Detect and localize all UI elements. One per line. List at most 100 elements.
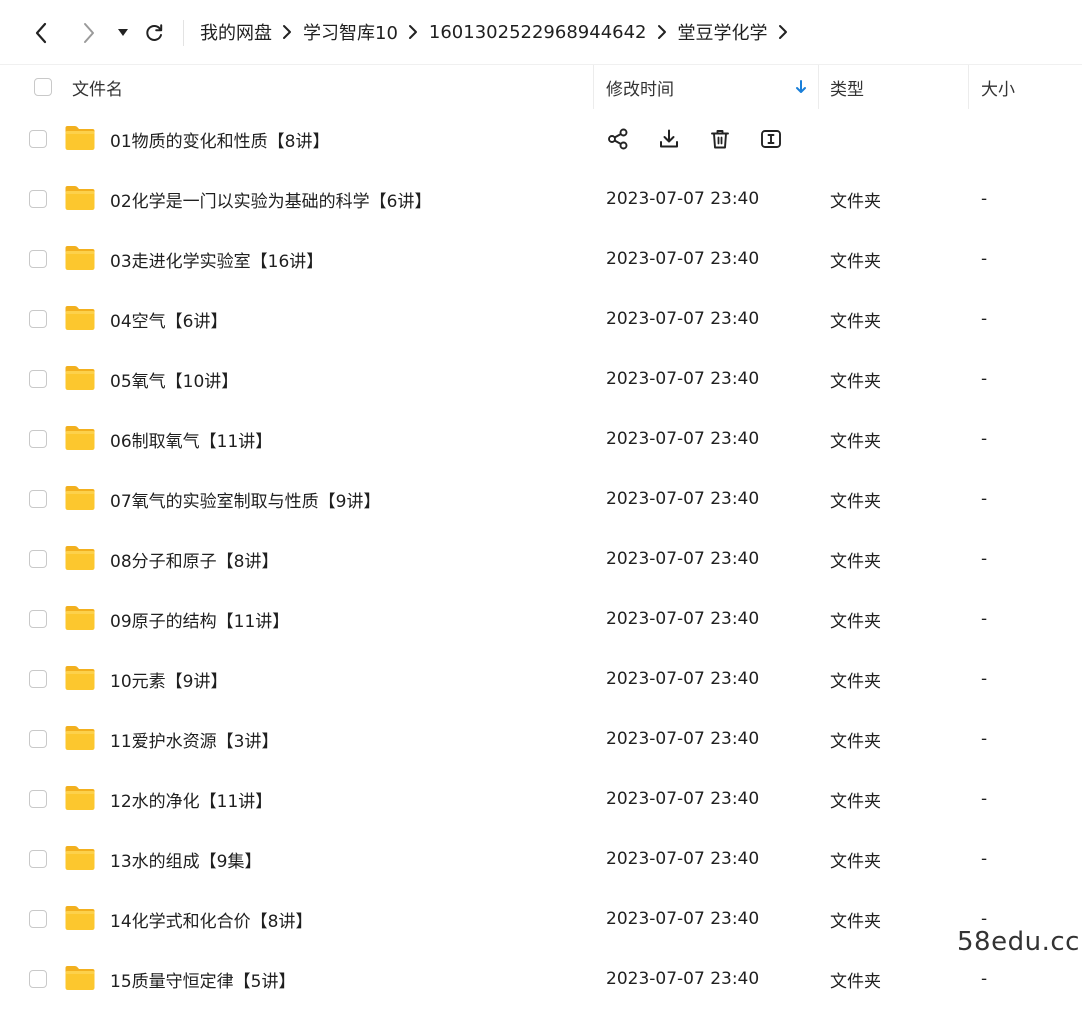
file-row[interactable]: 03走进化学实验室【16讲】 2023-07-07 23:40 文件夹 - (0, 229, 1082, 289)
file-name[interactable]: 09原子的结构【11讲】 (110, 589, 289, 649)
file-type: 文件夹 (830, 431, 881, 452)
share-button[interactable] (604, 125, 632, 153)
breadcrumb-item-current[interactable]: 堂豆学化学 (678, 19, 768, 45)
file-name[interactable]: 15质量守恒定律【5讲】 (110, 949, 295, 1009)
file-type: 文件夹 (830, 611, 881, 632)
breadcrumb-item-id-folder[interactable]: 1601302522968944642 (429, 22, 647, 43)
sort-desc-arrow-icon[interactable] (795, 65, 807, 109)
row-checkbox[interactable] (29, 850, 47, 868)
back-button[interactable] (26, 17, 56, 49)
row-checkbox[interactable] (29, 970, 47, 988)
column-header-name[interactable]: 文件名 (72, 65, 123, 109)
column-header-modified[interactable]: 修改时间 (606, 65, 674, 109)
row-checkbox[interactable] (29, 370, 47, 388)
file-size: - (981, 249, 988, 269)
file-size: - (981, 309, 988, 329)
file-modified-time: 2023-07-07 23:40 (606, 189, 760, 209)
row-checkbox[interactable] (29, 610, 47, 628)
file-list-header: 文件名 修改时间 类型 大小 (0, 64, 1082, 110)
file-modified-time: 2023-07-07 23:40 (606, 549, 760, 569)
file-row[interactable]: 15质量守恒定律【5讲】 2023-07-07 23:40 文件夹 - (0, 949, 1082, 1009)
file-name[interactable]: 10元素【9讲】 (110, 649, 227, 709)
file-size: - (981, 549, 988, 569)
folder-icon (65, 306, 95, 330)
row-checkbox[interactable] (29, 250, 47, 268)
folder-icon (65, 606, 95, 630)
row-checkbox[interactable] (29, 490, 47, 508)
file-name[interactable]: 08分子和原子【8讲】 (110, 529, 278, 589)
select-all-checkbox-wrap (34, 65, 52, 109)
row-checkbox[interactable] (29, 670, 47, 688)
folder-icon (65, 786, 95, 810)
file-modified-time: 2023-07-07 23:40 (606, 669, 760, 689)
file-name[interactable]: 11爱护水资源【3讲】 (110, 709, 278, 769)
row-checkbox[interactable] (29, 310, 47, 328)
file-row[interactable]: 01物质的变化和性质【8讲】 (0, 109, 1082, 169)
file-name[interactable]: 12水的净化【11讲】 (110, 769, 272, 829)
folder-icon (65, 486, 95, 510)
breadcrumb-item-root[interactable]: 我的网盘 (200, 19, 272, 45)
file-row[interactable]: 11爱护水资源【3讲】 2023-07-07 23:40 文件夹 - (0, 709, 1082, 769)
file-type: 文件夹 (830, 911, 881, 932)
breadcrumb-expand-button[interactable] (778, 24, 788, 40)
file-type: 文件夹 (830, 371, 881, 392)
row-checkbox[interactable] (29, 730, 47, 748)
file-modified-time: 2023-07-07 23:40 (606, 489, 760, 509)
file-name[interactable]: 01物质的变化和性质【8讲】 (110, 109, 329, 169)
file-row[interactable]: 07氧气的实验室制取与性质【9讲】 2023-07-07 23:40 文件夹 - (0, 469, 1082, 529)
row-checkbox[interactable] (29, 910, 47, 928)
row-checkbox[interactable] (29, 130, 47, 148)
file-row[interactable]: 02化学是一门以实验为基础的科学【6讲】 2023-07-07 23:40 文件… (0, 169, 1082, 229)
row-checkbox[interactable] (29, 550, 47, 568)
file-row[interactable]: 05氧气【10讲】 2023-07-07 23:40 文件夹 - (0, 349, 1082, 409)
delete-button[interactable] (706, 125, 734, 153)
file-name[interactable]: 07氧气的实验室制取与性质【9讲】 (110, 469, 380, 529)
file-size: - (981, 489, 988, 509)
breadcrumb: 我的网盘 学习智库10 1601302522968944642 堂豆学化学 (200, 0, 799, 64)
rename-button[interactable] (757, 125, 785, 153)
file-row[interactable]: 04空气【6讲】 2023-07-07 23:40 文件夹 - (0, 289, 1082, 349)
file-name[interactable]: 03走进化学实验室【16讲】 (110, 229, 323, 289)
chevron-right-icon (778, 25, 787, 39)
file-name[interactable]: 05氧气【10讲】 (110, 349, 238, 409)
download-button[interactable] (655, 125, 683, 153)
file-row[interactable]: 14化学式和化合价【8讲】 2023-07-07 23:40 文件夹 - (0, 889, 1082, 949)
file-row[interactable]: 09原子的结构【11讲】 2023-07-07 23:40 文件夹 - (0, 589, 1082, 649)
file-row[interactable]: 10元素【9讲】 2023-07-07 23:40 文件夹 - (0, 649, 1082, 709)
file-row[interactable]: 06制取氧气【11讲】 2023-07-07 23:40 文件夹 - (0, 409, 1082, 469)
file-name[interactable]: 13水的组成【9集】 (110, 829, 261, 889)
chevron-right-icon (657, 24, 667, 40)
column-header-type[interactable]: 类型 (830, 65, 864, 109)
column-divider (968, 65, 969, 109)
refresh-icon (146, 24, 163, 41)
file-size: - (981, 789, 988, 809)
forward-button[interactable] (74, 17, 104, 49)
file-row[interactable]: 12水的净化【11讲】 2023-07-07 23:40 文件夹 - (0, 769, 1082, 829)
file-modified-time: 2023-07-07 23:40 (606, 849, 760, 869)
file-name[interactable]: 04空气【6讲】 (110, 289, 227, 349)
chevron-right-icon (282, 24, 292, 40)
column-header-size[interactable]: 大小 (981, 65, 1015, 109)
file-row[interactable]: 08分子和原子【8讲】 2023-07-07 23:40 文件夹 - (0, 529, 1082, 589)
file-name[interactable]: 06制取氧气【11讲】 (110, 409, 272, 469)
refresh-button[interactable] (139, 17, 169, 49)
file-row[interactable]: 13水的组成【9集】 2023-07-07 23:40 文件夹 - (0, 829, 1082, 889)
file-type: 文件夹 (830, 851, 881, 872)
file-type: 文件夹 (830, 191, 881, 212)
file-size: - (981, 429, 988, 449)
file-type: 文件夹 (830, 971, 881, 992)
file-name[interactable]: 02化学是一门以实验为基础的科学【6讲】 (110, 169, 431, 229)
select-all-checkbox[interactable] (34, 78, 52, 96)
row-checkbox[interactable] (29, 790, 47, 808)
breadcrumb-item-library[interactable]: 学习智库10 (303, 19, 398, 45)
folder-icon (65, 846, 95, 870)
file-name[interactable]: 14化学式和化合价【8讲】 (110, 889, 312, 949)
file-type: 文件夹 (830, 731, 881, 752)
file-size: - (981, 729, 988, 749)
history-dropdown-button[interactable] (108, 17, 138, 49)
row-checkbox[interactable] (29, 430, 47, 448)
folder-icon (65, 966, 95, 990)
row-checkbox[interactable] (29, 190, 47, 208)
folder-icon (65, 126, 95, 150)
column-divider (593, 65, 594, 109)
